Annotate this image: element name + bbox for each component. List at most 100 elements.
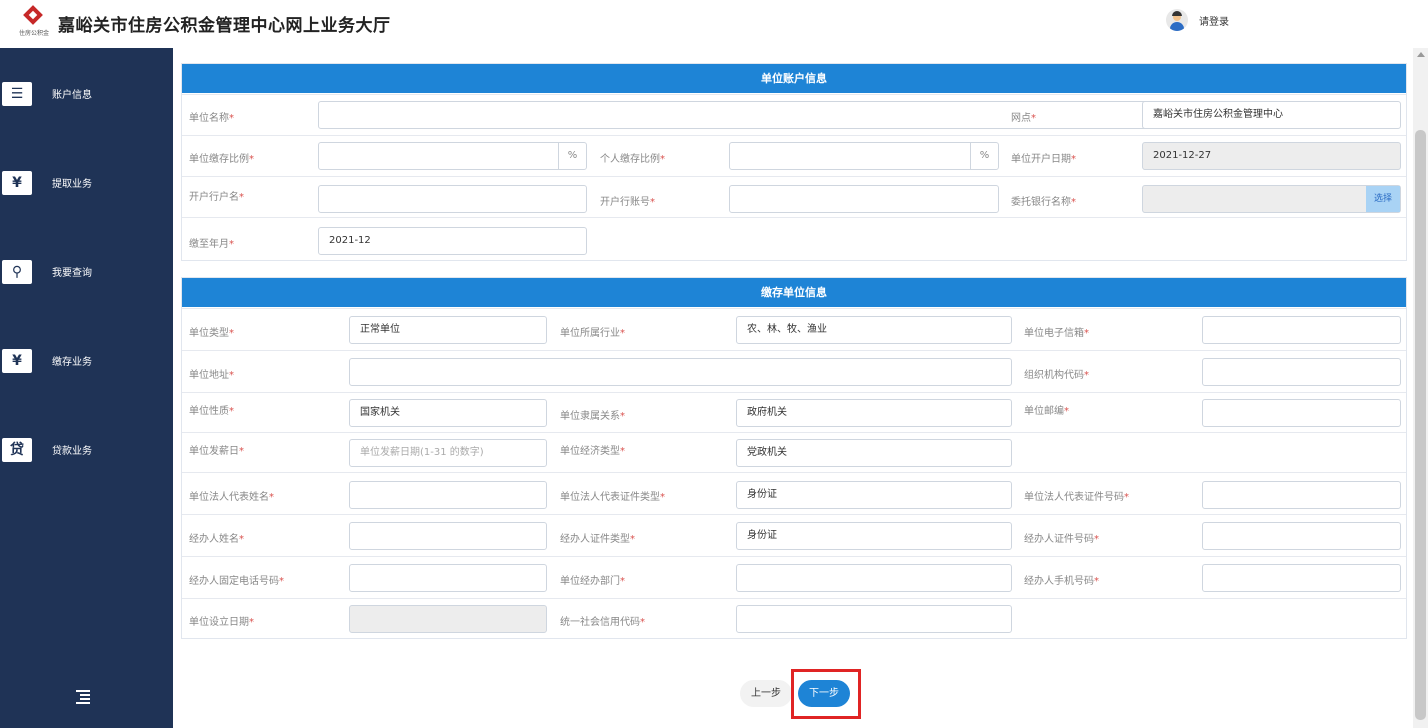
sidebar-item-loan[interactable]: 贷 贷款业务 (0, 430, 173, 470)
form-row: 单位类型* 正常单位 单位所属行业* 农、林、牧、渔业 单位电子信箱* (182, 308, 1406, 350)
percent-unit: % (970, 143, 998, 169)
logo-text: 住房公积金 (18, 30, 49, 37)
loan-icon: 贷 (2, 438, 32, 462)
payday-field[interactable]: 单位发薪日期(1-31 的数字) (349, 439, 547, 467)
form-row: 单位法人代表姓名* 单位法人代表证件类型* 身份证 单位法人代表证件号码* (182, 472, 1406, 514)
trust-bank-field: 选择 (1142, 185, 1401, 213)
field-label: 经办人证件号码* (1024, 534, 1099, 545)
panel-title: 缴存单位信息 (182, 278, 1406, 307)
form-row: 单位性质* 国家机关 单位隶属关系* 政府机关 单位邮编* (182, 392, 1406, 432)
sidebar-item-label: 贷款业务 (52, 446, 92, 457)
field-label: 单位设立日期* (189, 617, 254, 628)
login-link[interactable]: 请登录 (1199, 13, 1229, 28)
header: 住房公积金 嘉峪关市住房公积金管理中心网上业务大厅 请登录 (0, 0, 1428, 48)
agent-id-no-field[interactable] (1202, 522, 1401, 550)
field-label: 单位发薪日* (189, 446, 244, 457)
form-row: 经办人姓名* 经办人证件类型* 身份证 经办人证件号码* (182, 514, 1406, 556)
unit-ratio-field[interactable]: % (318, 142, 587, 170)
yen-doc-icon: ¥ (2, 171, 32, 195)
field-label: 统一社会信用代码* (560, 617, 645, 628)
field-label: 单位经济类型* (560, 446, 625, 457)
field-label: 单位法人代表姓名* (189, 492, 274, 503)
scroll-up-arrow-icon[interactable] (1417, 52, 1425, 57)
sidebar-item-deposit[interactable]: ¥ 缴存业务 (0, 341, 173, 381)
account-card-icon: ☰ (2, 82, 32, 106)
email-field[interactable] (1202, 316, 1401, 344)
field-label: 单位名称* (189, 113, 234, 124)
field-label: 单位隶属关系* (560, 411, 625, 422)
field-label: 单位法人代表证件类型* (560, 492, 665, 503)
panel-title: 单位账户信息 (182, 64, 1406, 93)
field-label: 单位缴存比例* (189, 154, 254, 165)
field-label: 组织机构代码* (1024, 370, 1089, 381)
form-row: 开户行户名* 开户行账号* 委托银行名称* 选择 (182, 176, 1406, 217)
user-avatar-icon[interactable] (1166, 9, 1188, 31)
field-label: 单位经办部门* (560, 576, 625, 587)
sidebar-item-label: 提取业务 (52, 179, 92, 190)
postcode-field[interactable] (1202, 399, 1401, 427)
bank-account-name-field[interactable] (318, 185, 587, 213)
form-row: 单位设立日期* 统一社会信用代码* (182, 598, 1406, 638)
unit-name-field[interactable] (318, 101, 1182, 129)
vertical-scrollbar[interactable] (1413, 48, 1428, 728)
sidebar-item-withdraw[interactable]: ¥ 提取业务 (0, 163, 173, 203)
field-label: 经办人证件类型* (560, 534, 635, 545)
bank-account-no-field[interactable] (729, 185, 999, 213)
economy-type-field[interactable]: 党政机关 (736, 439, 1012, 467)
sidebar-item-label: 账户信息 (52, 90, 92, 101)
field-label: 单位邮编* (1024, 406, 1069, 417)
field-label: 经办人手机号码* (1024, 576, 1099, 587)
site-title: 嘉峪关市住房公积金管理中心网上业务大厅 (58, 16, 391, 36)
unit-nature-field[interactable]: 国家机关 (349, 399, 547, 427)
legal-name-field[interactable] (349, 481, 547, 509)
field-label: 单位电子信箱* (1024, 328, 1089, 339)
agent-phone-field[interactable] (349, 564, 547, 592)
field-label: 单位法人代表证件号码* (1024, 492, 1129, 503)
unit-type-field[interactable]: 正常单位 (349, 316, 547, 344)
address-field[interactable] (349, 358, 1012, 386)
select-bank-button[interactable]: 选择 (1366, 186, 1400, 212)
field-label: 经办人姓名* (189, 534, 244, 545)
open-date-field: 2021-12-27 (1142, 142, 1401, 170)
search-icon: ⚲ (2, 260, 32, 284)
next-step-button[interactable]: 下一步 (798, 680, 850, 707)
paid-until-field[interactable]: 2021-12 (318, 227, 587, 255)
field-label: 个人缴存比例* (600, 154, 665, 165)
agent-mobile-field[interactable] (1202, 564, 1401, 592)
field-label: 单位开户日期* (1011, 154, 1076, 165)
legal-id-type-field[interactable]: 身份证 (736, 481, 1012, 509)
sidebar-item-query[interactable]: ⚲ 我要查询 (0, 252, 173, 292)
sidebar-item-label: 我要查询 (52, 268, 92, 279)
sidebar-item-account-info[interactable]: ☰ 账户信息 (0, 74, 173, 114)
menu-collapse-icon[interactable] (72, 690, 92, 706)
field-label: 单位性质* (189, 406, 234, 417)
form-row: 单位发薪日* 单位发薪日期(1-31 的数字) 单位经济类型* 党政机关 (182, 432, 1406, 472)
legal-id-no-field[interactable] (1202, 481, 1401, 509)
form-row: 缴至年月* 2021-12 (182, 217, 1406, 260)
agent-dept-field[interactable] (736, 564, 1012, 592)
field-label: 网点* (1011, 113, 1036, 124)
field-label: 单位所属行业* (560, 328, 625, 339)
personal-ratio-field[interactable]: % (729, 142, 999, 170)
sidebar: ☰ 账户信息 ¥ 提取业务 ⚲ 我要查询 ¥ 缴存业务 贷 贷款业务 (0, 48, 173, 728)
sidebar-item-label: 缴存业务 (52, 357, 92, 368)
scroll-thumb[interactable] (1415, 130, 1426, 720)
form-row: 经办人固定电话号码* 单位经办部门* 经办人手机号码* (182, 556, 1406, 598)
agent-id-type-field[interactable]: 身份证 (736, 522, 1012, 550)
field-label: 开户行户名* (189, 192, 244, 203)
credit-code-field[interactable] (736, 605, 1012, 633)
affiliation-field[interactable]: 政府机关 (736, 399, 1012, 427)
agent-name-field[interactable] (349, 522, 547, 550)
org-code-field[interactable] (1202, 358, 1401, 386)
housing-fund-logo: 住房公积金 (14, 5, 54, 42)
field-label: 缴至年月* (189, 239, 234, 250)
field-label: 开户行账号* (600, 197, 655, 208)
unit-account-panel: 单位账户信息 单位名称* 网点* 嘉峪关市住房公积金管理中心 单位缴存比例* %… (181, 63, 1407, 261)
prev-step-button[interactable]: 上一步 (740, 680, 792, 707)
industry-field[interactable]: 农、林、牧、渔业 (736, 316, 1012, 344)
form-row: 单位名称* 网点* 嘉峪关市住房公积金管理中心 (182, 94, 1406, 135)
yen-icon: ¥ (2, 349, 32, 373)
branch-field[interactable]: 嘉峪关市住房公积金管理中心 (1142, 101, 1401, 129)
field-label: 委托银行名称* (1011, 197, 1076, 208)
field-label: 单位类型* (189, 328, 234, 339)
